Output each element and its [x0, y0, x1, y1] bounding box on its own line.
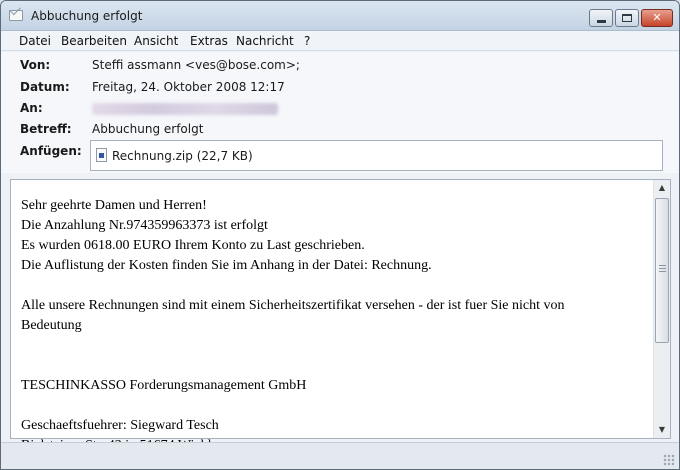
menu-nachricht[interactable]: Nachricht: [236, 34, 294, 48]
menu-datei[interactable]: Datei: [19, 34, 51, 48]
zip-file-icon[interactable]: [96, 148, 107, 162]
menu-bar: Datei Bearbeiten Ansicht Extras Nachrich…: [1, 31, 679, 51]
to-value-redacted: [92, 103, 278, 115]
date-value: Freitag, 24. Oktober 2008 12:17: [92, 80, 285, 94]
body-line: Bedeutung: [21, 318, 82, 333]
status-bar: [1, 442, 679, 469]
scroll-down-icon[interactable]: ▼: [654, 422, 670, 438]
message-text: Sehr geehrte Damen und Herren! Die Anzah…: [21, 196, 646, 456]
resize-grip-icon[interactable]: [663, 454, 675, 466]
maximize-button[interactable]: [615, 9, 639, 27]
mail-window: Abbuchung erfolgt ✕ Datei Bearbeiten Ans…: [0, 0, 680, 470]
from-label: Von:: [20, 58, 51, 72]
menu-extras[interactable]: Extras: [190, 34, 228, 48]
window-title: Abbuchung erfolgt: [31, 9, 143, 23]
subject-value: Abbuchung erfolgt: [92, 122, 204, 136]
attachment-box: Rechnung.zip (22,7 KB): [90, 140, 663, 171]
close-icon: ✕: [652, 11, 662, 24]
menu-ansicht[interactable]: Ansicht: [134, 34, 178, 48]
body-line: Alle unsere Rechnungen sind mit einem Si…: [21, 298, 565, 313]
close-button[interactable]: ✕: [641, 9, 673, 27]
body-line: [21, 356, 646, 376]
date-label: Datum:: [20, 80, 70, 94]
message-body[interactable]: Sehr geehrte Damen und Herren! Die Anzah…: [10, 179, 671, 453]
menu-bearbeiten[interactable]: Bearbeiten: [61, 34, 127, 48]
body-line: Die Auflistung der Kosten finden Sie im …: [21, 258, 432, 273]
body-line: Es wurden 0618.00 EURO Ihrem Konto zu La…: [21, 238, 365, 253]
maximize-icon: [622, 14, 632, 22]
subject-label: Betreff:: [20, 122, 72, 136]
scroll-thumb[interactable]: [655, 198, 669, 343]
body-line: [21, 276, 646, 296]
minimize-button[interactable]: [589, 9, 613, 27]
body-line: [21, 396, 646, 416]
body-line: Die Anzahlung Nr.974359963373 ist erfolg…: [21, 218, 268, 233]
message-header: Von: Steffi assmann <ves@bose.com>; Datu…: [1, 52, 679, 173]
attachment-link[interactable]: Rechnung.zip (22,7 KB): [112, 149, 253, 163]
from-value: Steffi assmann <ves@bose.com>;: [92, 58, 300, 72]
envelope-icon: [9, 10, 23, 21]
body-line: Geschaeftsfuehrer: Siegward Tesch: [21, 418, 219, 433]
body-line: [21, 336, 646, 356]
body-line: Sehr geehrte Damen und Herren!: [21, 198, 207, 213]
minimize-icon: [596, 20, 606, 23]
title-bar[interactable]: Abbuchung erfolgt ✕: [1, 1, 679, 31]
vertical-scrollbar[interactable]: ▲ ▼: [653, 180, 670, 438]
menu-help[interactable]: ?: [304, 34, 310, 48]
to-label: An:: [20, 101, 43, 115]
scroll-up-icon[interactable]: ▲: [654, 180, 670, 196]
attach-label: Anfügen:: [20, 144, 82, 158]
body-line: TESCHINKASSO Forderungsmanagement GmbH: [21, 378, 307, 393]
grip-icon: [659, 265, 666, 274]
